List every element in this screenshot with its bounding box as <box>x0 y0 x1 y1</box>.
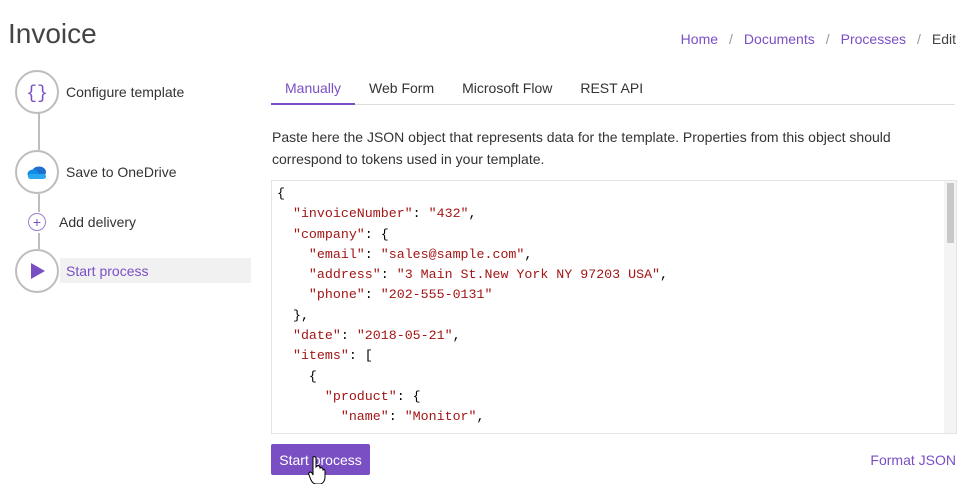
onedrive-cloud-icon <box>15 150 59 194</box>
code-line: "items": [ <box>292 348 373 364</box>
tab-manually[interactable]: Manually <box>271 72 356 105</box>
json-code[interactable]: { "invoiceNumber": "432", "company": { "… <box>277 184 668 428</box>
breadcrumb-separator: / <box>916 31 921 47</box>
hand-cursor-icon <box>308 456 326 484</box>
code-line: "email": "sales@sample.com", <box>308 246 533 262</box>
step-save-onedrive[interactable]: Save to OneDrive <box>15 150 177 194</box>
breadcrumb-separator: / <box>729 31 733 47</box>
code-line: "address": "3 Main St.New York NY 97203 … <box>308 267 669 283</box>
format-json-link[interactable]: Format JSON <box>870 452 956 468</box>
code-line: "date": "2018-05-21", <box>292 328 461 344</box>
code-line: "product": { <box>324 388 421 404</box>
code-line: { <box>277 186 285 201</box>
code-line: "invoiceNumber": "432", <box>292 206 477 222</box>
step-label: Save to OneDrive <box>66 164 177 180</box>
braces-icon: {} <box>15 70 59 114</box>
play-icon <box>15 249 59 293</box>
scrollbar-thumb[interactable] <box>947 183 954 243</box>
tab-bar: Manually Web Form Microsoft Flow REST AP… <box>271 72 955 105</box>
step-label: Start process <box>66 263 149 279</box>
step-configure-template[interactable]: {} Configure template <box>15 70 184 114</box>
step-add-delivery[interactable]: + Add delivery <box>15 213 136 231</box>
breadcrumb-home[interactable]: Home <box>681 31 718 47</box>
breadcrumb: Home / Documents / Processes / Edit <box>681 31 956 47</box>
description-text: Paste here the JSON object that represen… <box>272 129 891 167</box>
breadcrumb-separator: / <box>825 31 830 47</box>
code-line: }, <box>277 307 309 323</box>
step-connector <box>38 194 40 212</box>
breadcrumb-current: Edit <box>931 31 956 47</box>
plus-icon[interactable]: + <box>28 213 46 231</box>
code-line: "phone": "202-555-0131" <box>308 287 493 303</box>
tab-rest-api[interactable]: REST API <box>566 72 657 105</box>
step-start-process[interactable]: Start process <box>15 249 148 293</box>
page-title: Invoice <box>8 18 97 49</box>
code-line: "name": "Monitor", <box>340 409 485 425</box>
process-steps: {} Configure template Save to OneDrive +… <box>0 60 252 300</box>
tab-web-form[interactable]: Web Form <box>355 72 448 105</box>
json-editor[interactable]: { "invoiceNumber": "432", "company": { "… <box>271 180 957 434</box>
breadcrumb-documents[interactable]: Documents <box>744 31 815 47</box>
tab-microsoft-flow[interactable]: Microsoft Flow <box>448 72 566 105</box>
step-label: Add delivery <box>59 214 137 230</box>
step-connector <box>38 233 40 249</box>
svg-text:{}: {} <box>27 84 47 103</box>
editor-scrollbar[interactable] <box>944 181 956 433</box>
breadcrumb-processes[interactable]: Processes <box>841 31 906 47</box>
step-label: Configure template <box>66 84 185 100</box>
code-line: { <box>277 368 317 384</box>
code-line: "company": { <box>292 226 389 242</box>
